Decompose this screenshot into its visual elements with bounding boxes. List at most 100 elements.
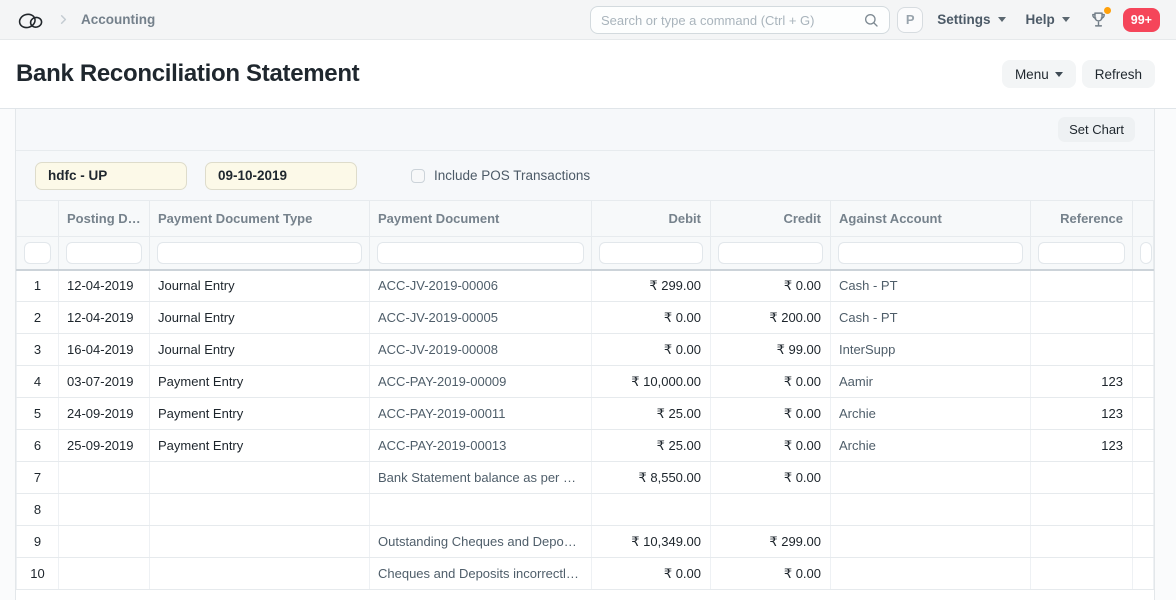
cell-idx[interactable]: 4 [17,366,59,398]
cell-credit[interactable]: ₹ 0.00 [711,462,831,494]
notifications-badge[interactable]: 99+ [1123,8,1160,32]
cell-posting_date[interactable]: 24-09-2019 [59,398,150,430]
cell-blank[interactable] [1133,302,1154,334]
cell-against_account[interactable]: Cash - PT [831,302,1031,334]
refresh-button[interactable]: Refresh [1082,60,1155,88]
column-filter-payment_document_type[interactable] [157,242,362,264]
cell-idx[interactable]: 7 [17,462,59,494]
cell-reference[interactable]: 123 [1031,366,1133,398]
cell-payment_document[interactable]: Outstanding Cheques and Deposit… [370,526,592,558]
column-header-credit[interactable]: Credit [711,201,831,236]
cell-posting_date[interactable]: 16-04-2019 [59,334,150,366]
cell-posting_date[interactable] [59,494,150,526]
help-menu[interactable]: Help [1026,12,1070,27]
cell-debit[interactable]: ₹ 25.00 [592,430,711,462]
breadcrumb-accounting[interactable]: Accounting [81,12,155,27]
cell-debit[interactable]: ₹ 0.00 [592,558,711,590]
cell-reference[interactable] [1031,270,1133,302]
cell-idx[interactable]: 3 [17,334,59,366]
cell-blank[interactable] [1133,526,1154,558]
user-avatar[interactable]: P [897,7,923,33]
cell-reference[interactable] [1031,302,1133,334]
cell-credit[interactable]: ₹ 99.00 [711,334,831,366]
cell-posting_date[interactable]: 12-04-2019 [59,302,150,334]
cell-blank[interactable] [1133,270,1154,302]
cell-payment_document[interactable]: ACC-PAY-2019-00011 [370,398,592,430]
cell-debit[interactable] [592,494,711,526]
column-header-blank[interactable] [1133,201,1154,236]
cell-payment_document_type[interactable]: Payment Entry [150,398,370,430]
cell-against_account[interactable]: Cash - PT [831,270,1031,302]
cell-posting_date[interactable]: 12-04-2019 [59,270,150,302]
report-date-filter[interactable] [205,162,357,190]
global-search[interactable] [590,6,890,34]
cell-payment_document_type[interactable]: Journal Entry [150,334,370,366]
cell-against_account[interactable]: Aamir [831,366,1031,398]
cell-idx[interactable]: 2 [17,302,59,334]
cell-idx[interactable]: 10 [17,558,59,590]
column-header-reference[interactable]: Reference [1031,201,1133,236]
cell-payment_document[interactable]: Bank Statement balance as per Ge… [370,462,592,494]
cell-against_account[interactable]: Archie [831,398,1031,430]
include-pos-label[interactable]: Include POS Transactions [434,168,590,183]
cell-against_account[interactable]: InterSupp [831,334,1031,366]
set-chart-button[interactable]: Set Chart [1058,117,1135,142]
cell-reference[interactable] [1031,558,1133,590]
cell-payment_document_type[interactable] [150,526,370,558]
cell-against_account[interactable] [831,558,1031,590]
cell-posting_date[interactable] [59,526,150,558]
cell-blank[interactable] [1133,366,1154,398]
include-pos-checkbox[interactable] [411,169,425,183]
cell-blank[interactable] [1133,430,1154,462]
cell-payment_document[interactable]: Cheques and Deposits incorrectly … [370,558,592,590]
cell-blank[interactable] [1133,398,1154,430]
column-filter-against_account[interactable] [838,242,1023,264]
cell-payment_document[interactable]: ACC-JV-2019-00005 [370,302,592,334]
cell-payment_document[interactable]: ACC-JV-2019-00008 [370,334,592,366]
cell-reference[interactable]: 123 [1031,430,1133,462]
cell-idx[interactable]: 6 [17,430,59,462]
cell-reference[interactable]: 123 [1031,398,1133,430]
menu-button[interactable]: Menu [1002,60,1076,88]
cell-blank[interactable] [1133,558,1154,590]
cell-payment_document_type[interactable] [150,558,370,590]
cell-reference[interactable] [1031,334,1133,366]
cell-blank[interactable] [1133,494,1154,526]
cell-debit[interactable]: ₹ 0.00 [592,302,711,334]
cell-payment_document[interactable]: ACC-PAY-2019-00009 [370,366,592,398]
cell-debit[interactable]: ₹ 10,349.00 [592,526,711,558]
cell-against_account[interactable] [831,462,1031,494]
energy-points-trophy-icon[interactable] [1090,10,1107,29]
cell-payment_document_type[interactable]: Journal Entry [150,302,370,334]
column-filter-blank[interactable] [1140,242,1152,264]
bank-account-filter[interactable] [35,162,187,190]
cell-posting_date[interactable] [59,462,150,494]
cell-payment_document[interactable]: ACC-JV-2019-00006 [370,270,592,302]
cell-reference[interactable] [1031,526,1133,558]
cell-idx[interactable]: 5 [17,398,59,430]
cell-credit[interactable]: ₹ 0.00 [711,398,831,430]
cell-blank[interactable] [1133,462,1154,494]
column-filter-posting_date[interactable] [66,242,142,264]
cell-reference[interactable] [1031,462,1133,494]
column-filter-debit[interactable] [599,242,703,264]
cell-idx[interactable]: 9 [17,526,59,558]
cell-credit[interactable]: ₹ 0.00 [711,366,831,398]
column-header-posting_date[interactable]: Posting D… [59,201,150,236]
column-filter-reference[interactable] [1038,242,1125,264]
column-header-payment_document_type[interactable]: Payment Document Type [150,201,370,236]
search-input[interactable] [601,13,863,28]
cell-credit[interactable]: ₹ 299.00 [711,526,831,558]
cell-credit[interactable]: ₹ 0.00 [711,270,831,302]
cell-credit[interactable]: ₹ 200.00 [711,302,831,334]
column-filter-idx[interactable] [24,242,51,264]
cell-against_account[interactable] [831,526,1031,558]
cell-blank[interactable] [1133,334,1154,366]
cell-posting_date[interactable] [59,558,150,590]
cell-debit[interactable]: ₹ 299.00 [592,270,711,302]
cell-reference[interactable] [1031,494,1133,526]
cell-payment_document_type[interactable]: Payment Entry [150,366,370,398]
column-filter-credit[interactable] [718,242,823,264]
cell-debit[interactable]: ₹ 0.00 [592,334,711,366]
app-logo-cloud-icon[interactable] [16,8,46,32]
